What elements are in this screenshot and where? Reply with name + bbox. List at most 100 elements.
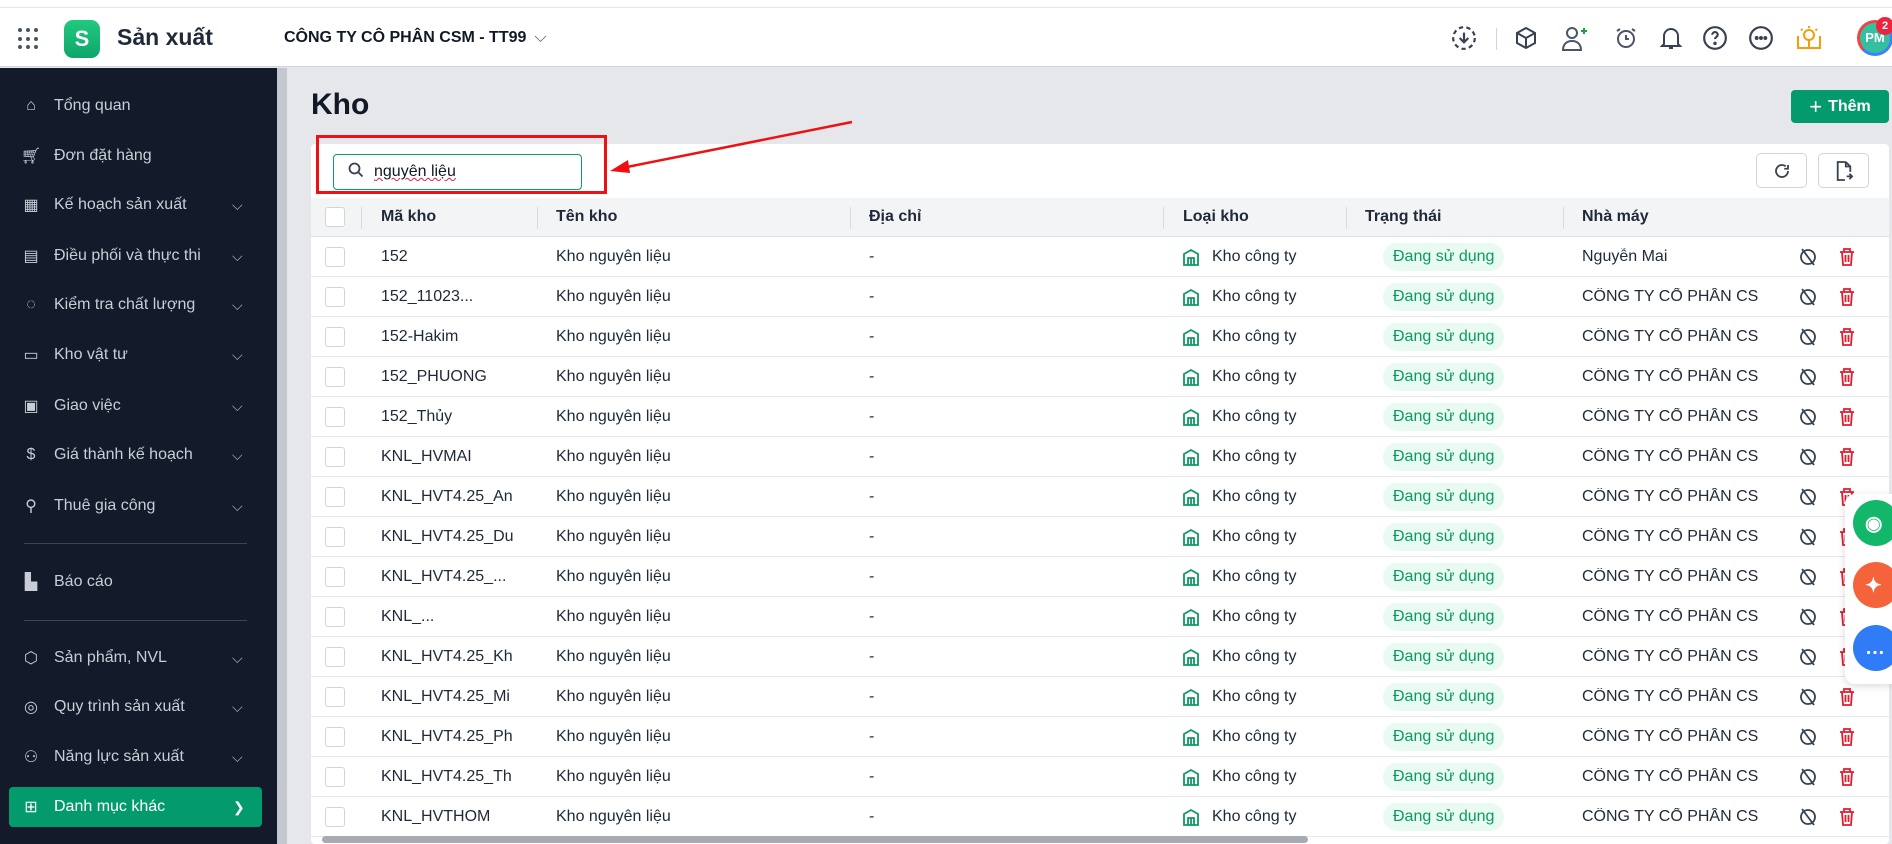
sidebar-item-1[interactable]: 🛒︎ Đơn đặt hàng — [0, 136, 277, 176]
cell-ma-kho[interactable]: KNL_HVT4.25_Th — [381, 768, 512, 786]
deactivate-icon[interactable] — [1799, 447, 1817, 472]
cell-ma-kho[interactable]: KNL_HVT4.25_Mi — [381, 688, 510, 706]
row-checkbox[interactable] — [325, 287, 345, 307]
sidebar-scrollbar[interactable] — [277, 68, 287, 844]
deactivate-icon[interactable] — [1799, 407, 1817, 432]
row-checkbox[interactable] — [325, 567, 345, 587]
sidebar-item-4[interactable]: ◌ Kiểm tra chất lượng ⌵ — [0, 285, 277, 325]
delete-icon[interactable] — [1839, 287, 1855, 312]
cell-ma-kho[interactable]: KNL_HVMAI — [381, 448, 472, 466]
alarm-clock-icon[interactable] — [1611, 23, 1641, 53]
lightbulb-book-icon[interactable] — [1794, 23, 1824, 53]
row-checkbox[interactable] — [325, 727, 345, 747]
row-checkbox[interactable] — [325, 767, 345, 787]
cell-ma-kho[interactable]: KNL_HVT4.25_Kh — [381, 648, 513, 666]
delete-icon[interactable] — [1839, 687, 1855, 712]
sidebar-item-9[interactable]: ▙ Báo cáo — [0, 562, 277, 602]
sidebar-item-13[interactable]: ⊞ Danh mục khác ❯ — [9, 787, 262, 827]
package-icon[interactable] — [1511, 23, 1541, 53]
delete-icon[interactable] — [1839, 247, 1855, 272]
export-button[interactable] — [1818, 153, 1869, 188]
deactivate-icon[interactable] — [1799, 567, 1817, 592]
sidebar-item-10[interactable]: ⬡ Sản phẩm, NVL ⌵ — [0, 638, 277, 678]
sidebar-item-6[interactable]: ▣ Giao việc ⌵ — [0, 386, 277, 426]
ai-assistant-button[interactable]: ✦ — [1853, 562, 1892, 608]
table-row[interactable]: KNL_HVT4.25_Ph Kho nguyên liệu - Kho côn… — [311, 717, 1889, 757]
download-icon[interactable] — [1449, 23, 1479, 53]
delete-icon[interactable] — [1839, 727, 1855, 752]
deactivate-icon[interactable] — [1799, 607, 1817, 632]
cell-ma-kho[interactable]: KNL_... — [381, 608, 434, 626]
row-checkbox[interactable] — [325, 247, 345, 267]
deactivate-icon[interactable] — [1799, 767, 1817, 792]
sidebar-item-3[interactable]: ▤ Điều phối và thực thi ⌵ — [0, 236, 277, 276]
table-row[interactable]: 152_Thủy Kho nguyên liệu - Kho công ty Đ… — [311, 397, 1889, 437]
messenger-button[interactable]: … — [1853, 625, 1892, 671]
deactivate-icon[interactable] — [1799, 727, 1817, 752]
column-header-nha-may[interactable]: Nhà máy — [1582, 208, 1649, 226]
cell-ma-kho[interactable]: 152-Hakim — [381, 328, 458, 346]
chat-bot-button[interactable]: ◉ — [1853, 500, 1892, 546]
refresh-button[interactable] — [1756, 153, 1807, 188]
cell-ma-kho[interactable]: KNL_HVT4.25_Du — [381, 528, 514, 546]
table-row[interactable]: KNL_HVT4.25_Du Kho nguyên liệu - Kho côn… — [311, 517, 1889, 557]
cell-ma-kho[interactable]: 152_Thủy — [381, 408, 452, 426]
column-header-ma-kho[interactable]: Mã kho — [381, 208, 436, 226]
deactivate-icon[interactable] — [1799, 527, 1817, 552]
company-selector[interactable]: CÔNG TY CÔ PHÂN CSM - TT99 ⌵ — [284, 29, 547, 47]
bell-icon[interactable] — [1656, 23, 1686, 53]
deactivate-icon[interactable] — [1799, 367, 1817, 392]
more-icon[interactable] — [1746, 23, 1776, 53]
row-checkbox[interactable] — [325, 607, 345, 627]
row-checkbox[interactable] — [325, 647, 345, 667]
cell-ma-kho[interactable]: 152_11023... — [381, 288, 473, 306]
table-row[interactable]: KNL_HVT4.25_Th Kho nguyên liệu - Kho côn… — [311, 757, 1889, 797]
row-checkbox[interactable] — [325, 327, 345, 347]
row-checkbox[interactable] — [325, 367, 345, 387]
column-header-ten-kho[interactable]: Tên kho — [556, 208, 617, 226]
table-row[interactable]: KNL_HVMAI Kho nguyên liệu - Kho công ty … — [311, 437, 1889, 477]
sidebar-item-2[interactable]: ▦ Kế hoạch sản xuất ⌵ — [0, 185, 277, 225]
table-row[interactable]: 152_11023... Kho nguyên liệu - Kho công … — [311, 277, 1889, 317]
deactivate-icon[interactable] — [1799, 487, 1817, 512]
table-row[interactable]: KNL_HVT4.25_An Kho nguyên liệu - Kho côn… — [311, 477, 1889, 517]
row-checkbox[interactable] — [325, 407, 345, 427]
sidebar-item-8[interactable]: ⚲ Thuê gia công ⌵ — [0, 486, 277, 526]
table-row[interactable]: KNL_... Kho nguyên liệu - Kho công ty Đa… — [311, 597, 1889, 637]
delete-icon[interactable] — [1839, 327, 1855, 352]
table-row[interactable]: 152-Hakim Kho nguyên liệu - Kho công ty … — [311, 317, 1889, 357]
deactivate-icon[interactable] — [1799, 327, 1817, 352]
add-button[interactable]: + Thêm — [1791, 90, 1889, 123]
table-row[interactable]: KNL_HVTHOM Kho nguyên liệu - Kho công ty… — [311, 797, 1889, 837]
add-user-icon[interactable] — [1560, 23, 1590, 53]
deactivate-icon[interactable] — [1799, 807, 1817, 832]
cell-ma-kho[interactable]: 152 — [381, 248, 408, 266]
horizontal-scrollbar[interactable] — [322, 836, 1308, 843]
sidebar-item-7[interactable]: $ Giá thành kế hoạch ⌵ — [0, 435, 277, 475]
delete-icon[interactable] — [1839, 367, 1855, 392]
row-checkbox[interactable] — [325, 447, 345, 467]
delete-icon[interactable] — [1839, 447, 1855, 472]
row-checkbox[interactable] — [325, 687, 345, 707]
deactivate-icon[interactable] — [1799, 247, 1817, 272]
app-launcher-icon[interactable] — [18, 28, 40, 50]
sidebar-item-11[interactable]: ◎ Quy trình sản xuất ⌵ — [0, 687, 277, 727]
column-header-trang-thai[interactable]: Trạng thái — [1365, 208, 1441, 226]
delete-icon[interactable] — [1839, 807, 1855, 832]
cell-ma-kho[interactable]: 152_PHUONG — [381, 368, 487, 386]
cell-ma-kho[interactable]: KNL_HVT4.25_Ph — [381, 728, 513, 746]
delete-icon[interactable] — [1839, 767, 1855, 792]
select-all-checkbox[interactable] — [325, 207, 345, 227]
table-row[interactable]: KNL_HVT4.25_Kh Kho nguyên liệu - Kho côn… — [311, 637, 1889, 677]
row-checkbox[interactable] — [325, 807, 345, 827]
row-checkbox[interactable] — [325, 487, 345, 507]
delete-icon[interactable] — [1839, 407, 1855, 432]
table-row[interactable]: 152 Kho nguyên liệu - Kho công ty Đang s… — [311, 237, 1889, 277]
table-row[interactable]: KNL_HVT4.25_Mi Kho nguyên liệu - Kho côn… — [311, 677, 1889, 717]
column-header-dia-chi[interactable]: Địa chỉ — [869, 208, 921, 226]
deactivate-icon[interactable] — [1799, 687, 1817, 712]
cell-ma-kho[interactable]: KNL_HVT4.25_... — [381, 568, 506, 586]
table-row[interactable]: 152_PHUONG Kho nguyên liệu - Kho công ty… — [311, 357, 1889, 397]
cell-ma-kho[interactable]: KNL_HVTHOM — [381, 808, 490, 826]
deactivate-icon[interactable] — [1799, 647, 1817, 672]
